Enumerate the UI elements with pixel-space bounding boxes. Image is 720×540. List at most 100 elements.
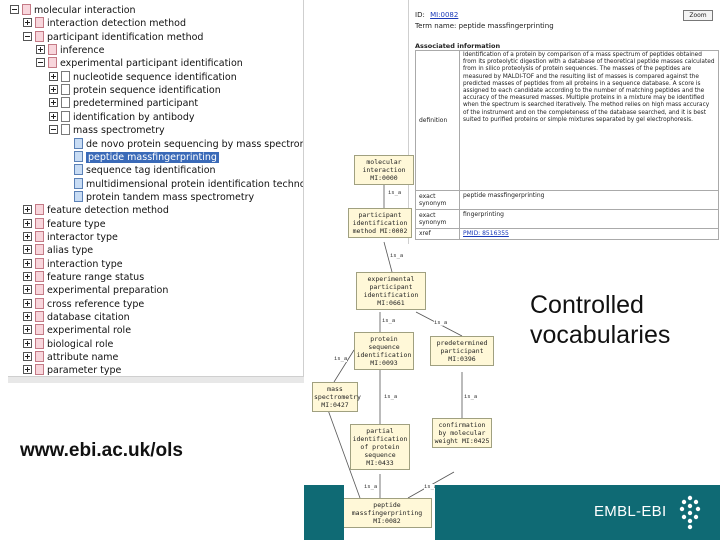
expand-icon[interactable] [23, 218, 32, 228]
graph-node-mass-spectrometry[interactable]: mass spectrometry MI:0427 [312, 382, 361, 412]
tree-item-label[interactable]: biological role [47, 339, 113, 350]
tree-item[interactable]: experimental preparation [23, 284, 168, 297]
tree-item[interactable]: feature range status [23, 271, 144, 284]
expand-icon[interactable] [36, 45, 45, 55]
graph-node-partial-identification[interactable]: partial identification of protein sequen… [350, 424, 410, 470]
tree-item[interactable]: participant identification method [23, 30, 203, 44]
tree-horizontal-scrollbar[interactable] [8, 376, 304, 383]
expand-icon[interactable] [49, 85, 58, 95]
expand-icon[interactable] [49, 98, 58, 108]
tree-item-label[interactable]: peptide massfingerprinting [86, 151, 219, 163]
expand-icon[interactable] [49, 111, 58, 121]
tree-item-label[interactable]: inference [60, 45, 104, 56]
tree-item[interactable]: attribute name [23, 351, 118, 364]
term-id-link[interactable]: MI:0082 [430, 11, 458, 19]
tree-item-label[interactable]: experimental participant identification [60, 58, 243, 69]
tree-item-label[interactable]: feature type [47, 219, 106, 230]
tree-item-label[interactable]: participant identification method [47, 32, 203, 43]
tree-item[interactable]: nucleotide sequence identification [49, 70, 237, 84]
tree-item-label[interactable]: nucleotide sequence identification [73, 72, 237, 83]
tree-item-label[interactable]: molecular interaction [34, 5, 136, 16]
graph-node-participant-identification-method[interactable]: participant identification method MI:000… [348, 208, 412, 238]
document-icon [61, 70, 70, 82]
tree-item-label[interactable]: feature range status [47, 272, 144, 283]
tree-item[interactable]: cross reference type [23, 297, 144, 311]
collapse-icon[interactable] [36, 58, 45, 68]
expand-icon[interactable] [23, 352, 32, 362]
tree-item[interactable]: experimental participant identification [36, 57, 243, 70]
document-icon [35, 271, 44, 282]
expand-icon[interactable] [23, 285, 32, 295]
tree-item[interactable]: database citation [23, 311, 130, 324]
graph-node-experimental-participant-identification[interactable]: experimental participant identification … [356, 272, 426, 310]
expand-icon[interactable] [23, 338, 32, 348]
tree-item-label[interactable]: parameter type [47, 365, 121, 376]
collapse-icon[interactable] [23, 31, 32, 41]
tree-item-label[interactable]: mass spectrometry [73, 125, 165, 136]
expand-icon[interactable] [23, 325, 32, 335]
edge-label: is_a [390, 253, 404, 259]
tree-item-label[interactable]: interaction type [47, 259, 123, 270]
edge-label: is_a [334, 356, 348, 362]
ontology-graph: molecular interaction MI:0000 participan… [304, 150, 536, 540]
tree-item-label[interactable]: multidimensional protein identification … [86, 179, 303, 190]
tree-item[interactable]: feature type [23, 217, 106, 231]
expand-icon[interactable] [23, 272, 32, 281]
edge-label: is_a [364, 484, 378, 490]
expand-icon[interactable] [23, 298, 32, 308]
tree-item-label[interactable]: database citation [47, 312, 130, 323]
expand-icon[interactable] [49, 71, 58, 81]
graph-node-peptide-massfingerprinting[interactable]: peptide massfingerprinting MI:0082 [342, 498, 432, 528]
expand-icon[interactable] [23, 365, 32, 375]
tree-item-label[interactable]: protein tandem mass spectrometry [86, 192, 254, 203]
tree-item-label[interactable]: de novo protein sequencing by mass spect… [86, 139, 303, 150]
tree-item[interactable]: protein tandem mass spectrometry [62, 190, 254, 204]
tree-item[interactable]: interaction type [23, 257, 123, 271]
tree-item-label[interactable]: experimental preparation [47, 285, 168, 296]
graph-node-predetermined-participant[interactable]: predetermined participant MI:0396 [430, 336, 494, 366]
tree-item[interactable]: inference [36, 44, 104, 57]
expand-icon[interactable] [23, 312, 32, 322]
tree-item-label[interactable]: protein sequence identification [73, 85, 221, 96]
tree-item[interactable]: predetermined participant [49, 97, 198, 110]
tree-item[interactable]: mass spectrometry [49, 124, 165, 137]
tree-item[interactable]: multidimensional protein identification … [62, 177, 303, 191]
tree-item-label[interactable]: identification by antibody [73, 112, 195, 123]
tree-item-label[interactable]: predetermined participant [73, 98, 198, 109]
tree-item-label[interactable]: feature detection method [47, 205, 169, 216]
collapse-icon[interactable] [10, 5, 19, 14]
tree-item[interactable]: interactor type [23, 230, 118, 244]
tree-item-label[interactable]: sequence tag identification [86, 165, 216, 176]
tree-item[interactable]: sequence tag identification [62, 164, 216, 177]
tree-item-label[interactable]: cross reference type [47, 299, 144, 310]
tree-item[interactable]: alias type [23, 244, 93, 257]
tree-item[interactable]: molecular interaction [10, 4, 136, 17]
ontology-tree-panel[interactable]: molecular interaction interaction detecti… [8, 0, 304, 382]
tree-item-label[interactable]: experimental role [47, 325, 131, 336]
tree-item-label[interactable]: attribute name [47, 352, 118, 363]
tree-item-label[interactable]: interactor type [47, 232, 118, 243]
expand-icon[interactable] [23, 205, 32, 215]
tree-item[interactable]: experimental role [23, 324, 131, 337]
tree-item[interactable]: identification by antibody [49, 110, 195, 124]
tree-item[interactable]: protein sequence identification [49, 84, 221, 97]
tree-item[interactable]: feature detection method [23, 204, 169, 217]
slide-caption: Controlled vocabularies [530, 290, 710, 350]
graph-edge [333, 349, 355, 383]
tree-item-label[interactable]: interaction detection method [47, 18, 186, 29]
graph-node-protein-sequence-identification[interactable]: protein sequence identification MI:0093 [354, 332, 414, 370]
graph-node-molecular-interaction[interactable]: molecular interaction MI:0000 [354, 155, 414, 185]
document-icon [35, 297, 44, 309]
tree-item[interactable]: interaction detection method [23, 17, 186, 30]
tree-item-label[interactable]: alias type [47, 245, 93, 256]
expand-icon[interactable] [23, 245, 32, 255]
expand-icon[interactable] [23, 258, 32, 268]
collapse-icon[interactable] [49, 125, 58, 135]
tree-item[interactable]: de novo protein sequencing by mass spect… [62, 137, 303, 151]
expand-icon[interactable] [23, 18, 32, 28]
tree-item[interactable]: peptide massfingerprinting [62, 150, 219, 164]
zoom-button[interactable]: Zoom [683, 10, 713, 21]
graph-node-confirmation-by-molecular-weight[interactable]: confirmation by molecular weight MI:0425 [432, 418, 492, 448]
tree-item[interactable]: biological role [23, 337, 113, 351]
expand-icon[interactable] [23, 231, 32, 241]
